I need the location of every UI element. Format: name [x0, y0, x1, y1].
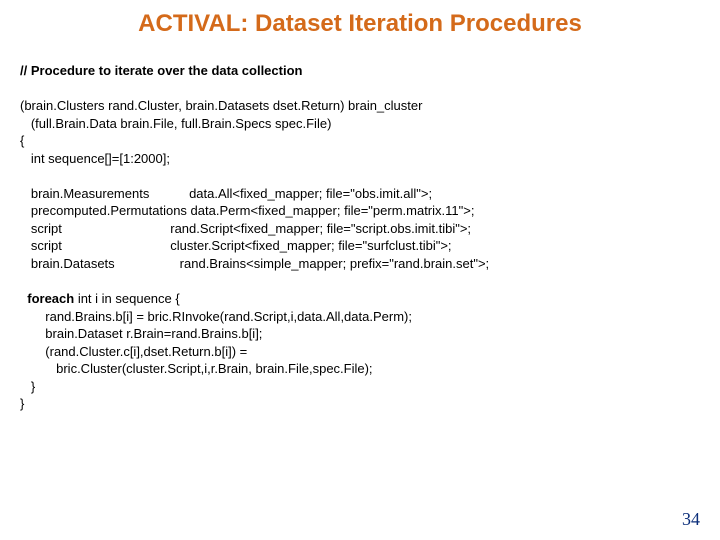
code-line-l2: brain.Dataset r.Brain=rand.Brains.b[i];	[20, 326, 262, 341]
code-kw-foreach: foreach	[27, 291, 74, 306]
code-line-d3: script rand.Script<fixed_mapper; file="s…	[20, 221, 471, 236]
slide-title: ACTIVAL: Dataset Iteration Procedures	[20, 10, 700, 38]
code-line-sig2: (full.Brain.Data brain.File, full.Brain.…	[20, 116, 331, 131]
code-comment: // Procedure to iterate over the data co…	[20, 63, 302, 78]
page-number: 34	[682, 509, 700, 530]
code-line-d4: script cluster.Script<fixed_mapper; file…	[20, 238, 452, 253]
code-line-l1: rand.Brains.b[i] = bric.RInvoke(rand.Scr…	[20, 309, 412, 324]
code-line-close-outer: }	[20, 396, 24, 411]
code-line-seq: int sequence[]=[1:2000];	[20, 151, 170, 166]
code-foreach-rest: int i in sequence {	[74, 291, 180, 306]
code-line-sig1: (brain.Clusters rand.Cluster, brain.Data…	[20, 98, 422, 113]
code-line-l3: (rand.Cluster.c[i],dset.Return.b[i]) =	[20, 344, 247, 359]
code-line-d1: brain.Measurements data.All<fixed_mapper…	[20, 186, 432, 201]
code-line-d2: precomputed.Permutations data.Perm<fixed…	[20, 203, 474, 218]
code-line-d5: brain.Datasets rand.Brains<simple_mapper…	[20, 256, 489, 271]
code-line-open: {	[20, 133, 24, 148]
code-line-l4: bric.Cluster(cluster.Script,i,r.Brain, b…	[20, 361, 373, 376]
slide: ACTIVAL: Dataset Iteration Procedures //…	[0, 0, 720, 540]
code-line-close-inner: }	[20, 379, 35, 394]
code-block: // Procedure to iterate over the data co…	[20, 62, 700, 413]
